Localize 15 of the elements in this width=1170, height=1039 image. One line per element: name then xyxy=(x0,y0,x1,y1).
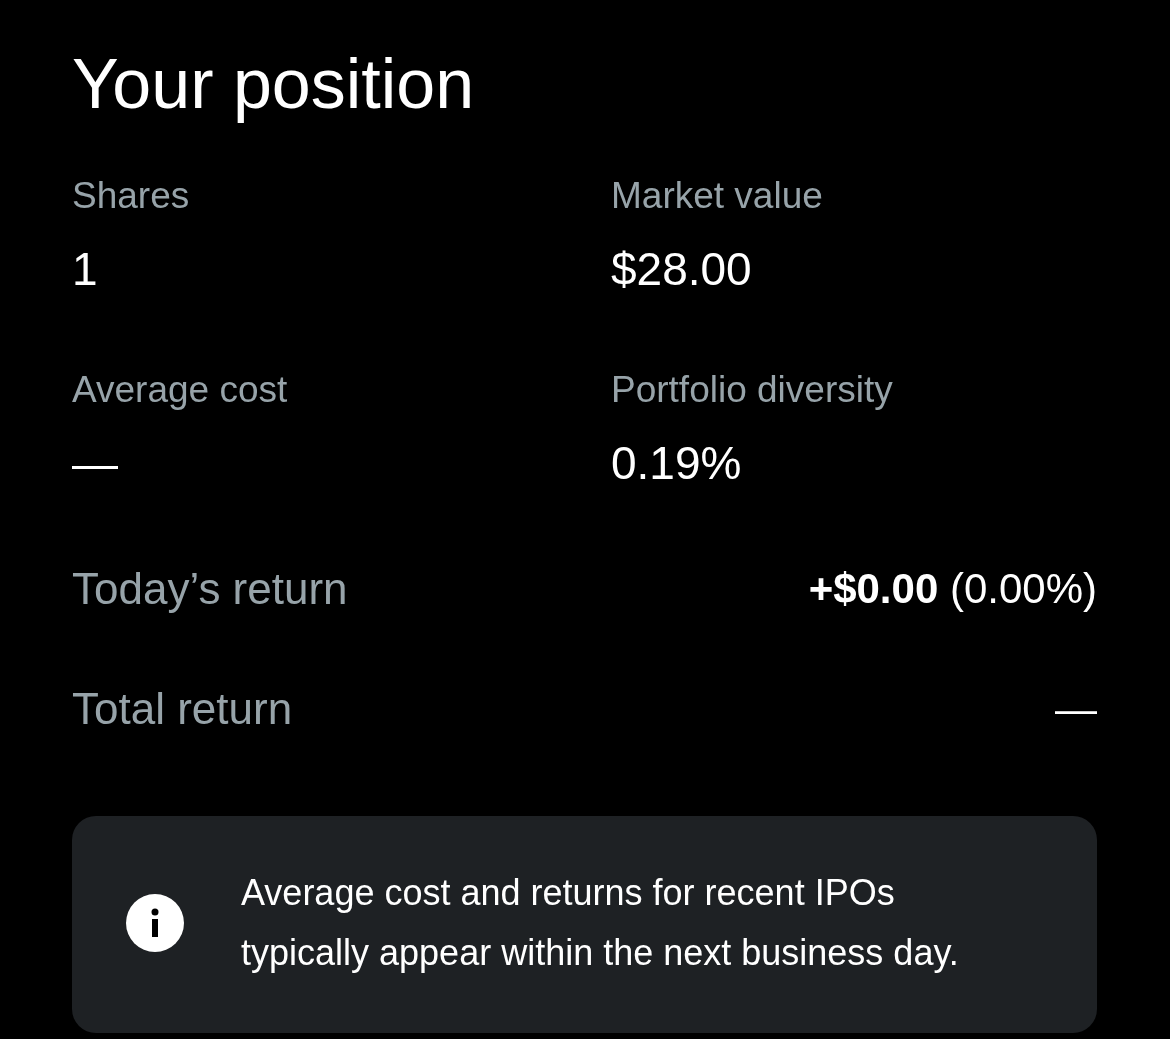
stat-label: Portfolio diversity xyxy=(611,367,894,412)
stat-label: Market value xyxy=(611,174,824,218)
stat-value: 1 xyxy=(72,242,99,298)
stat-label: Shares xyxy=(72,174,191,218)
return-value: +$0.00 (0.00%) xyxy=(808,564,1097,615)
stat-value: $28.00 xyxy=(611,242,753,298)
info-icon xyxy=(126,893,184,952)
return-label: Today’s return xyxy=(72,563,348,616)
stat-value: — xyxy=(72,435,119,491)
return-label: Total return xyxy=(72,682,293,735)
notice-text: Average cost and returns for recent IPOs typically appear within the next business day. xyxy=(241,870,960,975)
return-value: — xyxy=(1055,684,1097,735)
section-title: Your position xyxy=(72,44,476,125)
stat-label: Average cost xyxy=(72,367,289,412)
stat-value: 0.19% xyxy=(611,435,743,491)
